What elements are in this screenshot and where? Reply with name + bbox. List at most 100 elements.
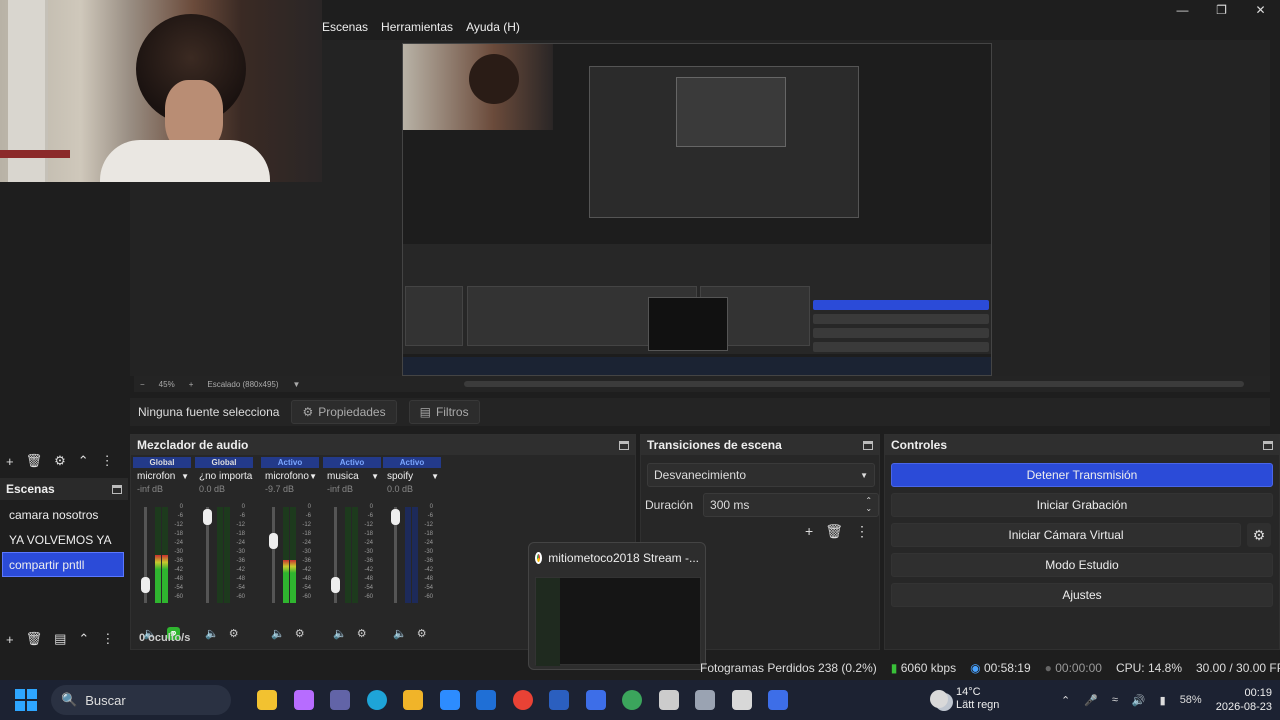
remove-transition-icon[interactable]: 🗑	[825, 523, 843, 540]
scale-tick: -48	[174, 576, 183, 582]
battery-icon[interactable]: ▮	[1160, 694, 1166, 707]
channel-mode[interactable]: Activo	[383, 457, 441, 468]
scene-item[interactable]: camara nosotros	[0, 502, 128, 527]
scale-tick: -18	[174, 531, 183, 537]
wifi-icon[interactable]: ≈	[1112, 694, 1118, 706]
undock-icon[interactable]	[863, 440, 873, 450]
volume-slider-handle[interactable]	[331, 577, 340, 594]
maximize-icon[interactable]: ❐	[1202, 0, 1241, 20]
scale-tick: -24	[236, 540, 245, 546]
teamviewer-icon[interactable]	[578, 680, 615, 720]
start-icon[interactable]	[15, 689, 37, 711]
taskbar-search[interactable]: 🔍 Buscar	[51, 685, 231, 715]
add-scene-icon[interactable]: +	[6, 632, 14, 647]
menu-tools[interactable]: Herramientas	[381, 20, 453, 34]
zoom-out-icon[interactable]: −	[140, 380, 145, 389]
settings-button[interactable]: Ajustes	[891, 583, 1273, 607]
properties-button[interactable]: ⚙ Propiedades	[291, 400, 397, 424]
source-toolbar: Ninguna fuente selecciona ⚙ Propiedades …	[130, 398, 1270, 426]
add-transition-icon[interactable]: +	[805, 523, 813, 540]
channel-mode[interactable]: Global	[133, 457, 191, 468]
battery-percent: 58%	[1179, 694, 1202, 706]
add-icon[interactable]: +	[6, 454, 14, 469]
filters-button[interactable]: ▤ Filtros	[408, 400, 480, 424]
chevron-down-icon[interactable]: ▼	[293, 380, 301, 389]
clock[interactable]: 00:19 2026-08-23	[1216, 686, 1272, 714]
duration-value: 300 ms	[710, 498, 750, 512]
transitions-title: Transiciones de escena	[647, 438, 782, 452]
mail-icon[interactable]	[468, 680, 505, 720]
scale-tick: -18	[302, 531, 311, 537]
more-icon[interactable]: ⋮	[101, 453, 114, 469]
meter-scale: 0 -6 -12 -18 -24 -30 -36 -42 -48 -54 -60	[233, 503, 245, 602]
word-icon[interactable]	[541, 680, 578, 720]
copilot-icon[interactable]	[286, 680, 323, 720]
more-icon[interactable]: ⋮	[855, 523, 869, 540]
channel-name-select[interactable]: musica ▼	[323, 468, 381, 484]
channel-name-select[interactable]: ¿no importa▼	[195, 468, 253, 484]
obs-icon[interactable]	[724, 680, 761, 720]
inkscape-icon[interactable]	[651, 680, 688, 720]
settings-icon[interactable]	[687, 680, 724, 720]
undock-icon[interactable]	[112, 484, 122, 494]
channel-mode[interactable]: Activo	[261, 457, 319, 468]
studio-mode-button[interactable]: Modo Estudio	[891, 553, 1273, 577]
chevron-up-icon[interactable]: ⌃	[1061, 694, 1070, 707]
edge-icon[interactable]	[359, 680, 396, 720]
teamviewer-2-icon[interactable]	[760, 680, 797, 720]
microphone-icon[interactable]: 🎤	[1084, 694, 1098, 707]
controls-title: Controles	[891, 438, 948, 452]
level-meter	[283, 507, 289, 603]
volume-slider-handle[interactable]	[269, 533, 278, 550]
scene-item-selected[interactable]: compartir pntll	[2, 552, 124, 577]
minimize-icon[interactable]: —	[1163, 0, 1202, 20]
scene-filter-icon[interactable]: ▤	[54, 631, 66, 647]
channel-mode[interactable]: Global	[195, 457, 253, 468]
gear-icon[interactable]: ⚙	[54, 453, 66, 469]
teams-icon[interactable]	[322, 680, 359, 720]
move-up-icon[interactable]: ⌃	[78, 631, 89, 647]
volume-icon[interactable]: 🔊	[1132, 694, 1146, 707]
start-recording-button[interactable]: Iniciar Grabación	[891, 493, 1273, 517]
volume-slider-handle[interactable]	[141, 577, 150, 594]
transition-select[interactable]: Desvanecimiento ▼	[647, 463, 875, 487]
scaling-label[interactable]: Escalado (880x495)	[207, 380, 278, 389]
folder-icon[interactable]	[395, 680, 432, 720]
close-icon[interactable]: ✕	[1241, 0, 1280, 20]
more-icon[interactable]: ⋮	[101, 631, 114, 647]
stepper-icon[interactable]: ⌃ ⌄	[865, 497, 872, 513]
undock-icon[interactable]	[1263, 440, 1273, 450]
file-explorer-icon[interactable]	[249, 680, 286, 720]
stop-stream-button[interactable]: Detener Transmisión	[891, 463, 1273, 487]
zoom-in-icon[interactable]: +	[189, 380, 194, 389]
start-virtual-camera-button[interactable]: Iniciar Cámara Virtual	[891, 523, 1241, 547]
volume-slider-handle[interactable]	[203, 509, 212, 526]
scene-item[interactable]: YA VOLVEMOS YA	[0, 527, 128, 552]
channel-name-select[interactable]: microfono ▼	[261, 468, 319, 484]
channel-name-select[interactable]: microfon ▼	[133, 468, 191, 484]
scale-tick: 0	[241, 504, 245, 510]
channel-mode[interactable]: Activo	[323, 457, 381, 468]
zoom-icon[interactable]	[432, 680, 469, 720]
menu-scenes[interactable]: Escenas	[322, 20, 368, 34]
virtual-camera-settings-icon[interactable]: ⚙	[1247, 523, 1271, 547]
undock-icon[interactable]	[619, 440, 629, 450]
remove-scene-icon[interactable]: 🗑	[26, 631, 43, 647]
scale-tick: -42	[302, 567, 311, 573]
duration-input[interactable]: 300 ms ⌃ ⌄	[703, 493, 880, 517]
chrome-icon[interactable]	[505, 680, 542, 720]
chrome-profile-icon[interactable]	[614, 680, 651, 720]
volume-slider[interactable]	[272, 507, 275, 603]
scale-tick: -12	[236, 522, 245, 528]
weather-widget[interactable]: 14°C Lätt regn	[930, 686, 999, 712]
trash-icon[interactable]: 🗑	[26, 453, 43, 469]
taskbar-hover-preview[interactable]: mitiometoco2018 Stream -...	[528, 542, 706, 670]
move-up-icon[interactable]: ⌃	[78, 453, 89, 469]
chevron-down-icon: ▼	[860, 470, 868, 480]
chevron-down-icon: ▼	[309, 471, 317, 481]
channel-name-select[interactable]: spoify ▼	[383, 468, 441, 484]
scale-tick: 0	[369, 504, 373, 510]
horizontal-scrollbar[interactable]	[464, 381, 1244, 387]
menu-help[interactable]: Ayuda (H)	[466, 20, 520, 34]
volume-slider-handle[interactable]	[391, 509, 400, 526]
